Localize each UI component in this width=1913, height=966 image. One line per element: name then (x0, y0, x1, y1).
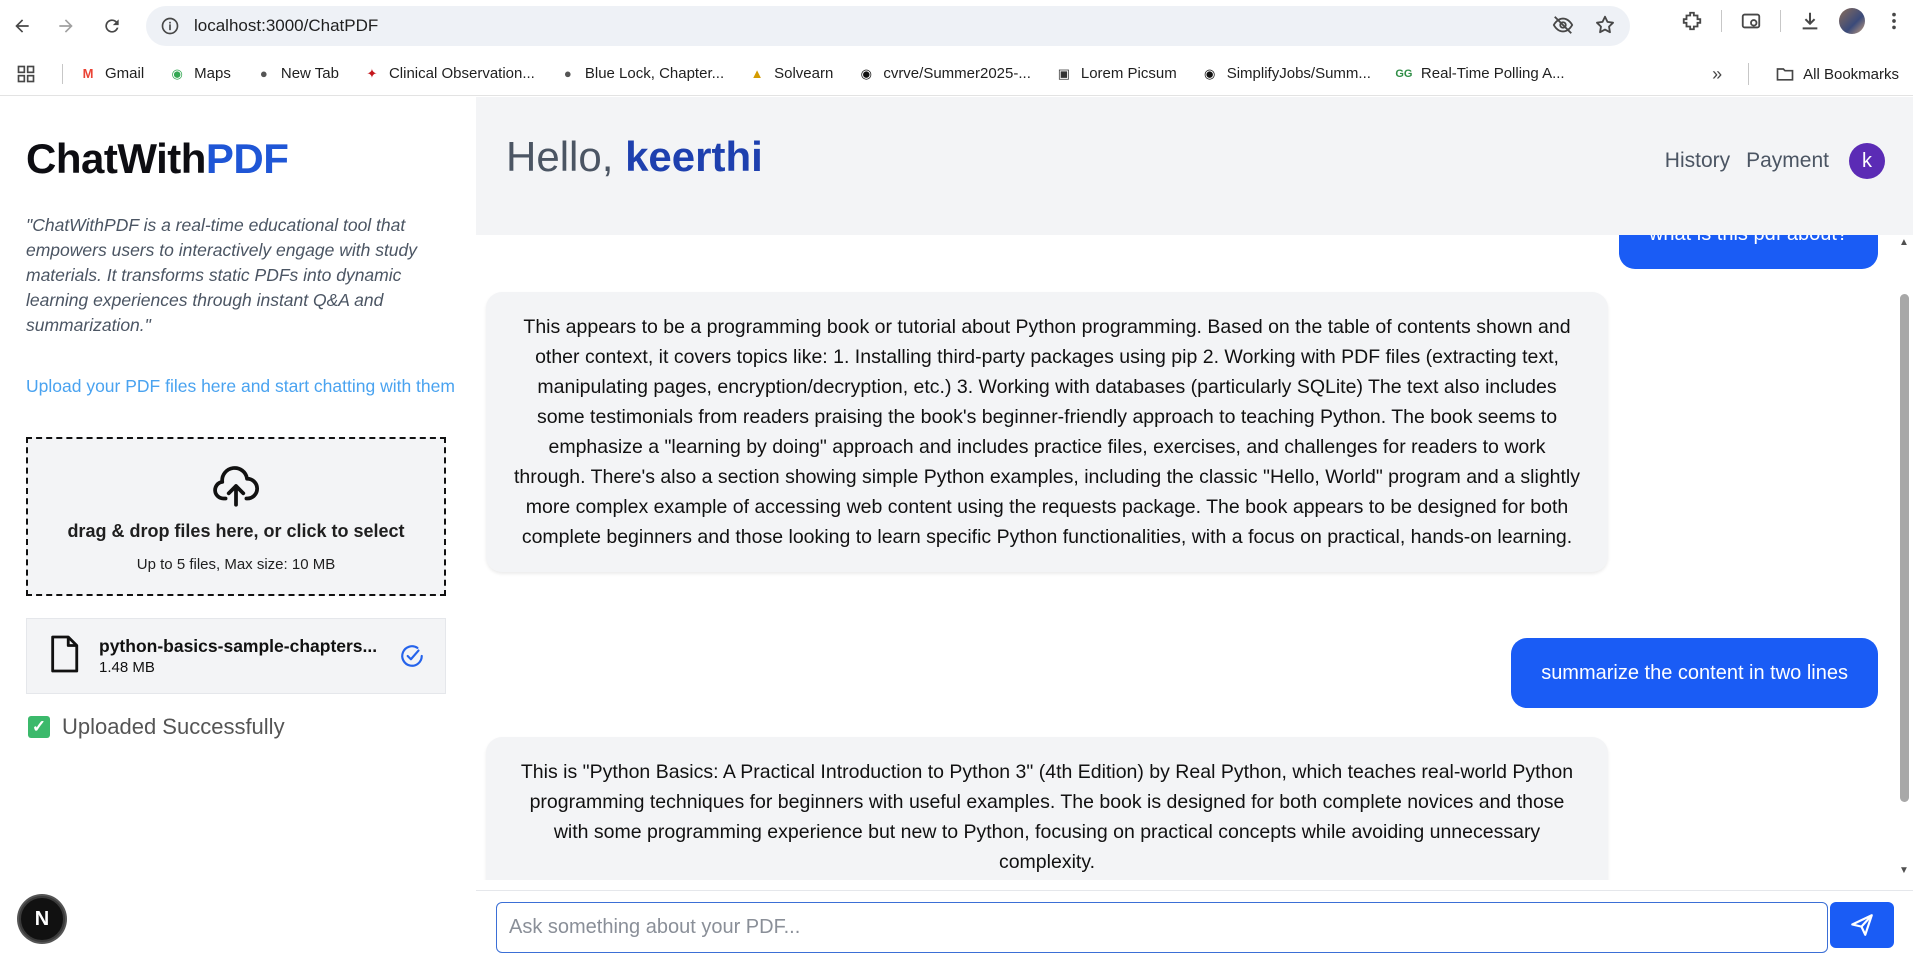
user-message: summarize the content in two lines (1511, 638, 1878, 708)
tab-search-icon[interactable] (1740, 10, 1762, 32)
forward-button[interactable] (48, 8, 84, 44)
apps-button[interactable] (16, 64, 36, 84)
app-description: "ChatWithPDF is a real-time educational … (26, 215, 418, 335)
dropzone-title: drag & drop files here, or click to sele… (67, 520, 405, 541)
extensions-icon[interactable] (1681, 10, 1703, 32)
upload-instructions: Upload your PDF files here and start cha… (26, 376, 455, 396)
all-bookmarks-button[interactable]: All Bookmarks (1775, 64, 1899, 84)
download-icon[interactable] (1799, 10, 1821, 32)
browser-toolbar: localhost:3000/ChatPDF (0, 0, 1913, 52)
nextjs-dev-badge[interactable]: N (19, 896, 65, 942)
bookmark-new-tab[interactable]: ● New Tab (255, 65, 339, 83)
bird-icon: ✦ (366, 65, 378, 81)
sidebar: ChatWithPDF "ChatWithPDF is a real-time … (0, 97, 476, 966)
solvearn-icon: ▲ (750, 66, 764, 81)
user-message: what is this pdf about? (1618, 235, 1878, 269)
site-info-icon[interactable] (160, 16, 180, 36)
scroll-down-arrow-icon[interactable]: ▼ (1899, 865, 1909, 876)
more-bookmarks-chevron-icon[interactable]: » (1712, 64, 1722, 85)
nav-history-link[interactable]: History (1665, 149, 1730, 173)
address-bar[interactable]: localhost:3000/ChatPDF (146, 6, 1630, 46)
eye-off-icon[interactable] (1552, 14, 1574, 36)
upload-status-text: Uploaded Successfully (62, 714, 285, 739)
dropzone-limits: Up to 5 files, Max size: 10 MB (136, 555, 336, 573)
url-text: localhost:3000/ChatPDF (194, 16, 379, 35)
reload-button[interactable] (94, 8, 130, 44)
file-document-icon (47, 634, 81, 679)
assistant-message: This appears to be a programming book or… (486, 292, 1608, 572)
uploaded-file-card: python-basics-sample-chapters... 1.48 MB (26, 618, 446, 694)
assistant-message: This is "Python Basics: A Practical Intr… (486, 737, 1608, 880)
bookmark-maps[interactable]: ◉ Maps (168, 65, 231, 83)
image-icon: ▣ (1057, 65, 1070, 81)
chat-scrollbar[interactable]: ▲ ▼ (1896, 235, 1913, 880)
scroll-up-arrow-icon[interactable]: ▲ (1899, 237, 1909, 248)
bookmark-polling[interactable]: GG Real-Time Polling A... (1395, 65, 1564, 83)
gfg-icon: GG (1395, 67, 1413, 80)
greeting: Hello, keerthi (506, 133, 763, 180)
bookmarks-bar: M Gmail ◉ Maps ● New Tab ✦ Clinical Observat… (0, 52, 1913, 96)
check-circle-icon (399, 643, 425, 674)
maps-icon: ◉ (171, 65, 183, 81)
file-size: 1.48 MB (99, 659, 155, 676)
file-name: python-basics-sample-chapters... (99, 636, 378, 656)
scrollbar-thumb[interactable] (1900, 294, 1909, 802)
upload-status: ✓ Uploaded Successfully (26, 714, 450, 740)
chat-header: Hello, keerthi History Payment k (476, 97, 1913, 235)
globe-icon: ● (259, 66, 268, 81)
username: keerthi (625, 133, 763, 180)
nav-payment-link[interactable]: Payment (1746, 149, 1829, 173)
ask-input[interactable]: Ask something about your PDF... (496, 902, 1828, 953)
globe-icon: ● (563, 66, 572, 81)
toolbar-divider (1780, 10, 1781, 32)
cloud-upload-icon (213, 465, 260, 507)
brand-main-text: ChatWith (26, 135, 206, 182)
bookmark-blue-lock[interactable]: ● Blue Lock, Chapter... (559, 65, 724, 83)
back-arrow-icon (15, 19, 29, 33)
kebab-menu-icon[interactable] (1883, 10, 1905, 32)
folder-icon (1776, 68, 1794, 81)
send-icon (1851, 914, 1873, 936)
send-button[interactable] (1830, 902, 1894, 948)
bookmark-lorem-picsum[interactable]: ▣ Lorem Picsum (1055, 65, 1177, 83)
file-dropzone[interactable]: drag & drop files here, or click to sele… (26, 437, 446, 596)
bookmark-clinical[interactable]: ✦ Clinical Observation... (363, 65, 535, 83)
github-icon: ◉ (860, 65, 872, 81)
bookmark-cvrve[interactable]: ◉ cvrve/Summer2025-... (857, 65, 1031, 83)
brand-accent-text: PDF (205, 135, 289, 182)
toolbar-divider (1721, 10, 1722, 32)
profile-avatar[interactable] (1839, 8, 1865, 34)
chatpdf-app: ChatWithPDF "ChatWithPDF is a real-time … (0, 97, 1913, 966)
github-icon: ◉ (1204, 65, 1216, 81)
chat-messages: what is this pdf about? This appears to … (476, 235, 1896, 880)
bookmark-simplifyjobs[interactable]: ◉ SimplifyJobs/Summ... (1201, 65, 1371, 83)
reload-icon (105, 19, 119, 33)
apps-grid-icon (17, 65, 35, 82)
star-icon[interactable] (1594, 14, 1616, 36)
chat-panel: Hello, keerthi History Payment k what is… (476, 97, 1913, 966)
bookmark-gmail[interactable]: M Gmail (79, 65, 145, 83)
header-nav: History Payment k (1665, 143, 1885, 179)
brand-logo: ChatWithPDF (26, 135, 450, 183)
back-button[interactable] (4, 8, 40, 44)
gmail-icon: M (82, 66, 94, 81)
bookmark-divider (1748, 63, 1750, 85)
message-composer: Ask something about your PDF... (476, 890, 1913, 966)
checkmark-icon: ✓ (28, 716, 50, 738)
forward-arrow-icon (59, 19, 73, 33)
bookmark-divider (62, 63, 63, 84)
file-info: python-basics-sample-chapters... 1.48 MB (81, 636, 377, 676)
bookmark-solvearn[interactable]: ▲ Solvearn (748, 65, 834, 83)
user-avatar[interactable]: k (1849, 143, 1885, 179)
